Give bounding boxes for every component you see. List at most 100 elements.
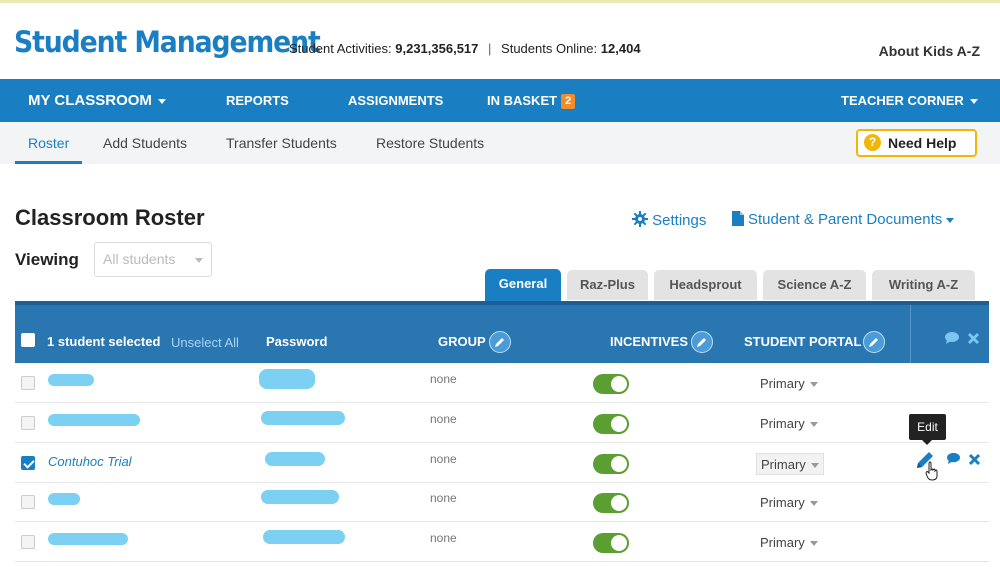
site-stats: Student Activities: 9,231,356,517 | Stud… xyxy=(289,41,641,56)
redacted-name xyxy=(48,533,128,545)
incentives-toggle[interactable] xyxy=(593,533,629,553)
comment-icon[interactable] xyxy=(946,452,961,465)
chevron-down-icon xyxy=(946,217,955,223)
need-help-label: Need Help xyxy=(888,135,957,151)
row-checkbox[interactable] xyxy=(21,456,35,470)
nav-my-classroom-label: MY CLASSROOM xyxy=(28,92,152,109)
activities-value: 9,231,356,517 xyxy=(395,41,479,56)
chevron-down-icon xyxy=(809,382,818,388)
select-all-checkbox[interactable] xyxy=(21,333,35,347)
document-icon xyxy=(732,211,744,226)
documents-label: Student & Parent Documents xyxy=(748,211,943,228)
hand-cursor-icon xyxy=(925,461,938,481)
help-icon: ? xyxy=(864,134,881,151)
student-name[interactable]: Contuhoc Trial xyxy=(48,454,132,469)
header-divider xyxy=(910,305,911,363)
sub-nav: Roster Add Students Transfer Students Re… xyxy=(0,122,1000,164)
nav-reports[interactable]: REPORTS xyxy=(226,79,289,122)
tab-headsprout[interactable]: Headsprout xyxy=(654,270,757,300)
redacted-password xyxy=(261,411,345,425)
row-checkbox[interactable] xyxy=(21,535,35,549)
close-icon[interactable] xyxy=(967,332,980,345)
need-help-button[interactable]: ? Need Help xyxy=(856,129,977,157)
portal-value: Primary xyxy=(760,376,805,391)
nav-in-basket[interactable]: IN BASKET 2 xyxy=(487,79,576,122)
incentives-toggle[interactable] xyxy=(593,414,629,434)
table-header: 1 student selected Unselect All Password… xyxy=(15,301,989,363)
incentives-toggle[interactable] xyxy=(593,454,629,474)
settings-label: Settings xyxy=(652,212,707,229)
activities-label: Student Activities: xyxy=(289,41,392,56)
redacted-name xyxy=(48,374,94,386)
subtab-roster[interactable]: Roster xyxy=(15,122,83,164)
edit-portal-button[interactable] xyxy=(863,331,885,353)
nav-my-classroom[interactable]: MY CLASSROOM xyxy=(28,79,166,122)
viewing-label: Viewing xyxy=(15,250,79,269)
row-checkbox[interactable] xyxy=(21,416,35,430)
online-value: 12,404 xyxy=(600,41,641,56)
subtab-transfer-students[interactable]: Transfer Students xyxy=(226,122,337,164)
col-password: Password xyxy=(266,334,328,349)
redacted-password xyxy=(265,452,325,466)
stats-separator: | xyxy=(488,41,492,56)
group-value: none xyxy=(430,452,457,466)
unselect-all-link[interactable]: Unselect All xyxy=(171,335,239,350)
group-value: none xyxy=(430,491,457,505)
col-student-portal: STUDENT PORTAL xyxy=(744,334,862,349)
online-label: Students Online: xyxy=(501,41,598,56)
redacted-password xyxy=(259,369,315,389)
tab-raz-plus[interactable]: Raz-Plus xyxy=(567,270,648,300)
chevron-down-icon xyxy=(809,501,818,507)
app-logo[interactable]: Student Management xyxy=(14,25,321,59)
pencil-icon xyxy=(697,338,706,347)
site-header: Student Management Student Activities: 9… xyxy=(0,3,1000,79)
table-row[interactable]: none Primary xyxy=(15,403,989,443)
nav-assignments[interactable]: ASSIGNMENTS xyxy=(348,79,443,122)
chevron-down-icon xyxy=(810,463,819,469)
row-checkbox[interactable] xyxy=(21,495,35,509)
portal-select[interactable]: Primary xyxy=(756,532,822,554)
documents-link[interactable]: Student & Parent Documents xyxy=(732,211,955,228)
portal-select[interactable]: Primary xyxy=(756,453,824,475)
in-basket-count-badge: 2 xyxy=(561,94,576,110)
edit-incentives-button[interactable] xyxy=(691,331,713,353)
redacted-password xyxy=(261,490,339,504)
incentives-toggle[interactable] xyxy=(593,374,629,394)
nav-teacher-corner-label: TEACHER CORNER xyxy=(841,93,964,108)
chevron-down-icon xyxy=(195,258,203,263)
tab-general[interactable]: General xyxy=(485,269,561,301)
portal-select[interactable]: Primary xyxy=(756,373,822,395)
main-nav: MY CLASSROOM REPORTS ASSIGNMENTS IN BASK… xyxy=(0,79,1000,122)
gear-icon xyxy=(632,211,648,227)
tab-writing-a-z[interactable]: Writing A-Z xyxy=(872,270,975,300)
tab-science-a-z[interactable]: Science A-Z xyxy=(763,270,866,300)
viewing-select[interactable]: All students xyxy=(94,242,212,277)
group-value: none xyxy=(430,372,457,386)
col-incentives: INCENTIVES xyxy=(610,334,689,349)
table-row[interactable]: none Primary xyxy=(15,363,989,403)
portal-select[interactable]: Primary xyxy=(756,492,822,514)
table-row[interactable]: Contuhoc Trial none Primary xyxy=(15,443,989,483)
table-row[interactable]: none Primary xyxy=(15,482,989,522)
viewing-select-value: All students xyxy=(103,251,176,267)
col-group: GROUP xyxy=(438,334,486,349)
table-row[interactable]: none Primary xyxy=(15,522,989,562)
portal-select[interactable]: Primary xyxy=(756,413,822,435)
subtab-add-students[interactable]: Add Students xyxy=(103,122,187,164)
subtab-restore-students[interactable]: Restore Students xyxy=(376,122,484,164)
incentives-toggle[interactable] xyxy=(593,493,629,513)
selected-count: 1 student selected xyxy=(47,334,161,349)
portal-value: Primary xyxy=(760,495,805,510)
about-link[interactable]: About Kids A-Z xyxy=(879,43,980,59)
portal-value: Primary xyxy=(761,457,806,472)
edit-group-button[interactable] xyxy=(489,331,511,353)
nav-teacher-corner[interactable]: TEACHER CORNER xyxy=(841,79,978,122)
settings-link[interactable]: Settings xyxy=(632,211,706,229)
comment-icon[interactable] xyxy=(944,331,960,345)
row-checkbox[interactable] xyxy=(21,376,35,390)
group-value: none xyxy=(430,412,457,426)
close-icon[interactable] xyxy=(968,453,981,466)
page-title: Classroom Roster xyxy=(15,205,205,230)
redacted-name xyxy=(48,493,80,505)
edit-tooltip: Edit xyxy=(909,414,946,445)
